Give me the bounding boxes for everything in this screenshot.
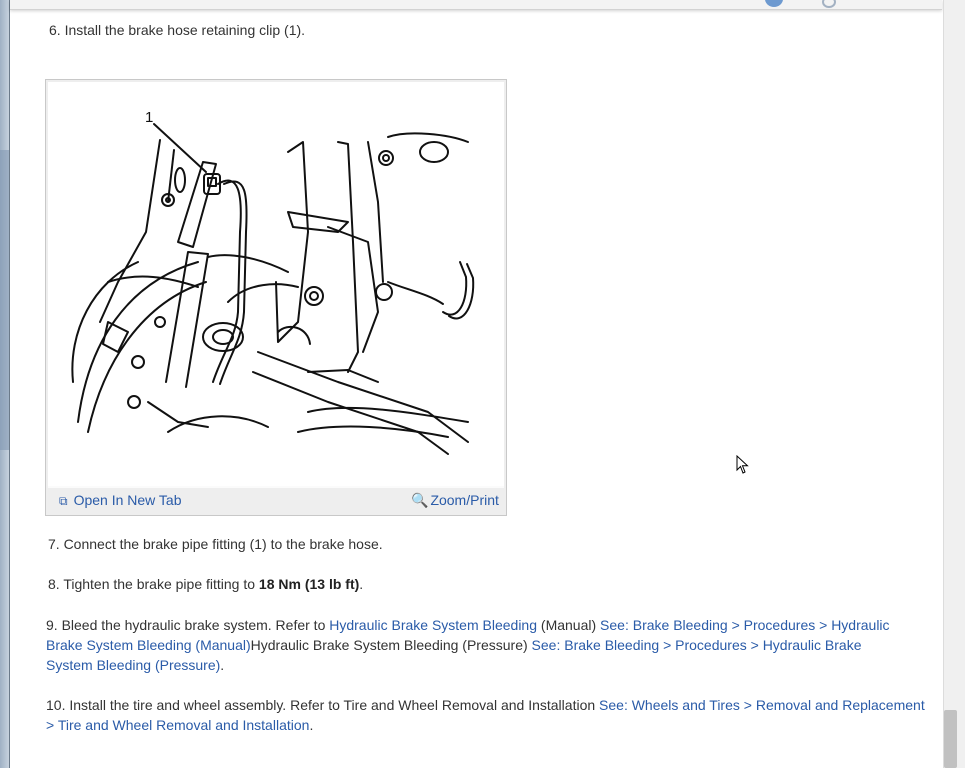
magnifier-icon: 🔍 [411, 492, 429, 508]
step-10: 10. Install the tire and wheel assembly.… [46, 695, 930, 735]
procedure-figure: 1 ⧉ Open In New Tab 🔍 Zoom/Print [45, 79, 507, 516]
help-icon[interactable] [822, 0, 836, 8]
document-page: 6. Install the brake hose retaining clip… [9, 0, 944, 768]
zoom-print-button[interactable]: 🔍 Zoom/Print [411, 492, 499, 509]
background-window-stripe [0, 150, 9, 450]
hydraulic-bleeding-link[interactable]: Hydraulic Brake System Bleeding [329, 617, 537, 633]
torque-value: 18 Nm (13 lb ft) [258, 576, 360, 592]
brake-hose-illustration: 1 [71, 109, 475, 455]
right-scroll-rail [943, 0, 965, 768]
step-9-manual-text: (Manual) [537, 617, 601, 633]
step-7: 7. Connect the brake pipe fitting (1) to… [48, 534, 383, 554]
step-8-end: . [359, 576, 364, 592]
open-in-new-tab-label: Open In New Tab [73, 492, 182, 508]
mouse-pointer-icon [736, 455, 749, 474]
step-10-end: . [309, 717, 314, 733]
brake-hose-diagram: 1 [48, 82, 504, 486]
step-9-end: . [220, 657, 225, 673]
background-window-edge [0, 0, 9, 768]
step-10-text: 10. Install the tire and wheel assembly.… [46, 697, 600, 713]
step-6-text: 6. Install the brake hose retaining clip… [49, 22, 306, 38]
figure-footer: ⧉ Open In New Tab 🔍 Zoom/Print [48, 488, 504, 513]
vertical-scrollbar-thumb[interactable] [944, 710, 957, 768]
step-7-text: 7. Connect the brake pipe fitting (1) to… [48, 536, 383, 552]
user-avatar-icon[interactable] [765, 0, 783, 7]
zoom-print-label: Zoom/Print [430, 492, 499, 508]
step-9: 9. Bleed the hydraulic brake system. Ref… [46, 615, 912, 675]
step-9-pressure-text: Hydraulic Brake System Bleeding (Pressur… [250, 637, 532, 653]
step-8: 8. Tighten the brake pipe fitting to 18 … [48, 574, 363, 594]
top-toolbar [10, 0, 942, 10]
step-9-text: 9. Bleed the hydraulic brake system. Ref… [46, 617, 330, 633]
step-8-text: 8. Tighten the brake pipe fitting to [48, 576, 259, 592]
callout-number: 1 [145, 109, 153, 126]
open-in-new-tab-icon: ⧉ [59, 494, 68, 508]
open-in-new-tab-button[interactable]: ⧉ Open In New Tab [59, 492, 182, 509]
step-6: 6. Install the brake hose retaining clip… [49, 20, 305, 40]
